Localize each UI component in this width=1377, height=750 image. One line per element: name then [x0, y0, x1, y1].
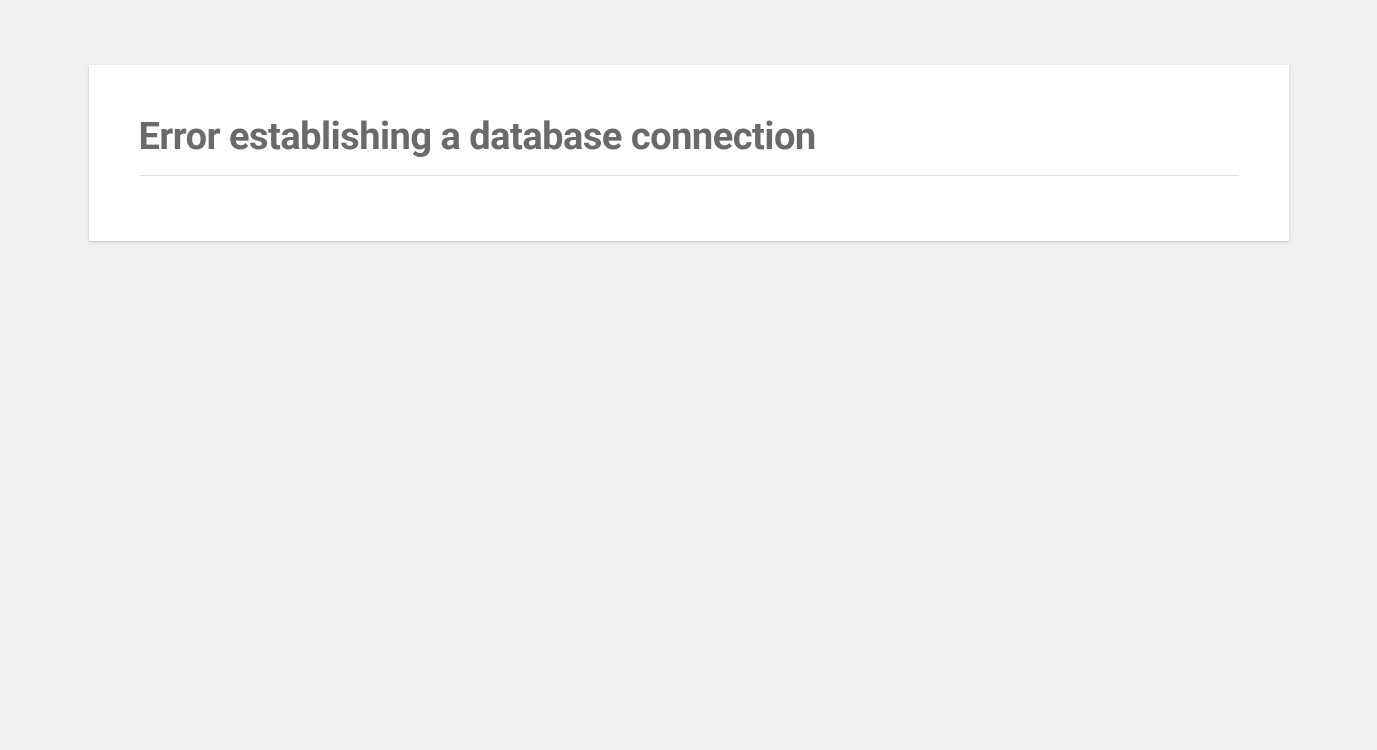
error-card: Error establishing a database connection	[89, 65, 1289, 241]
error-title: Error establishing a database connection	[139, 115, 1239, 176]
